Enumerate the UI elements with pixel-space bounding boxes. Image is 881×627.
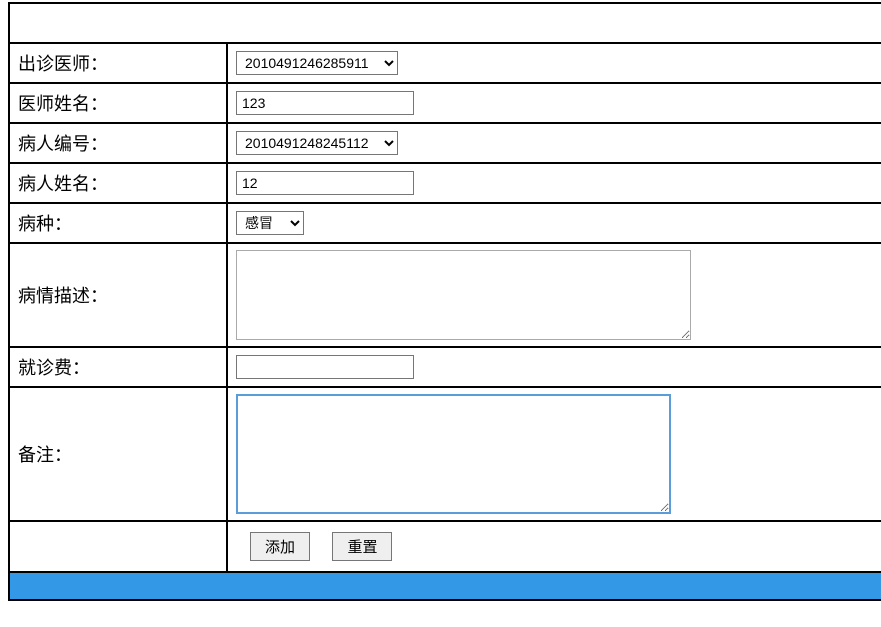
row-patient-id: 病人编号： 2010491248245112 [9,123,881,163]
cell-condition-desc [227,243,881,347]
fee-input[interactable] [236,355,414,379]
condition-desc-textarea[interactable] [236,250,691,340]
form-title: 添加就诊管理 [9,3,881,43]
cell-fee [227,347,881,387]
cell-remarks [227,387,881,521]
label-condition-desc: 病情描述： [9,243,227,347]
patient-id-select[interactable]: 2010491248245112 [236,131,398,155]
row-doctor-name: 医师姓名： [9,83,881,123]
footer-cell [9,572,881,600]
cell-patient-id: 2010491248245112 [227,123,881,163]
cell-doctor-name [227,83,881,123]
label-doctor-name: 医师姓名： [9,83,227,123]
label-fee: 就诊费： [9,347,227,387]
cell-disease-type: 感冒 [227,203,881,243]
footer-bar [9,572,881,600]
doctor-id-select[interactable]: 2010491246285911 [236,51,398,75]
row-fee: 就诊费： [9,347,881,387]
row-remarks: 备注： [9,387,881,521]
remarks-textarea[interactable] [236,394,671,514]
submit-button[interactable]: 添加 [250,532,310,561]
row-patient-name: 病人姓名： [9,163,881,203]
cell-patient-name [227,163,881,203]
doctor-name-input[interactable] [236,91,414,115]
row-buttons: 添加 重置 [9,521,881,572]
cell-buttons: 添加 重置 [227,521,881,572]
label-remarks: 备注： [9,387,227,521]
visit-form-table: 添加就诊管理 出诊医师： 2010491246285911 医师姓名： 病人编号… [8,2,881,601]
label-buttons-empty [9,521,227,572]
cell-doctor-id: 2010491246285911 [227,43,881,83]
patient-name-input[interactable] [236,171,414,195]
header-row: 添加就诊管理 [9,3,881,43]
row-doctor-id: 出诊医师： 2010491246285911 [9,43,881,83]
label-patient-name: 病人姓名： [9,163,227,203]
row-disease-type: 病种： 感冒 [9,203,881,243]
label-doctor-id: 出诊医师： [9,43,227,83]
label-disease-type: 病种： [9,203,227,243]
disease-type-select[interactable]: 感冒 [236,211,304,235]
reset-button[interactable]: 重置 [332,532,392,561]
label-patient-id: 病人编号： [9,123,227,163]
form-container: 添加就诊管理 出诊医师： 2010491246285911 医师姓名： 病人编号… [8,2,881,601]
row-condition-desc: 病情描述： [9,243,881,347]
